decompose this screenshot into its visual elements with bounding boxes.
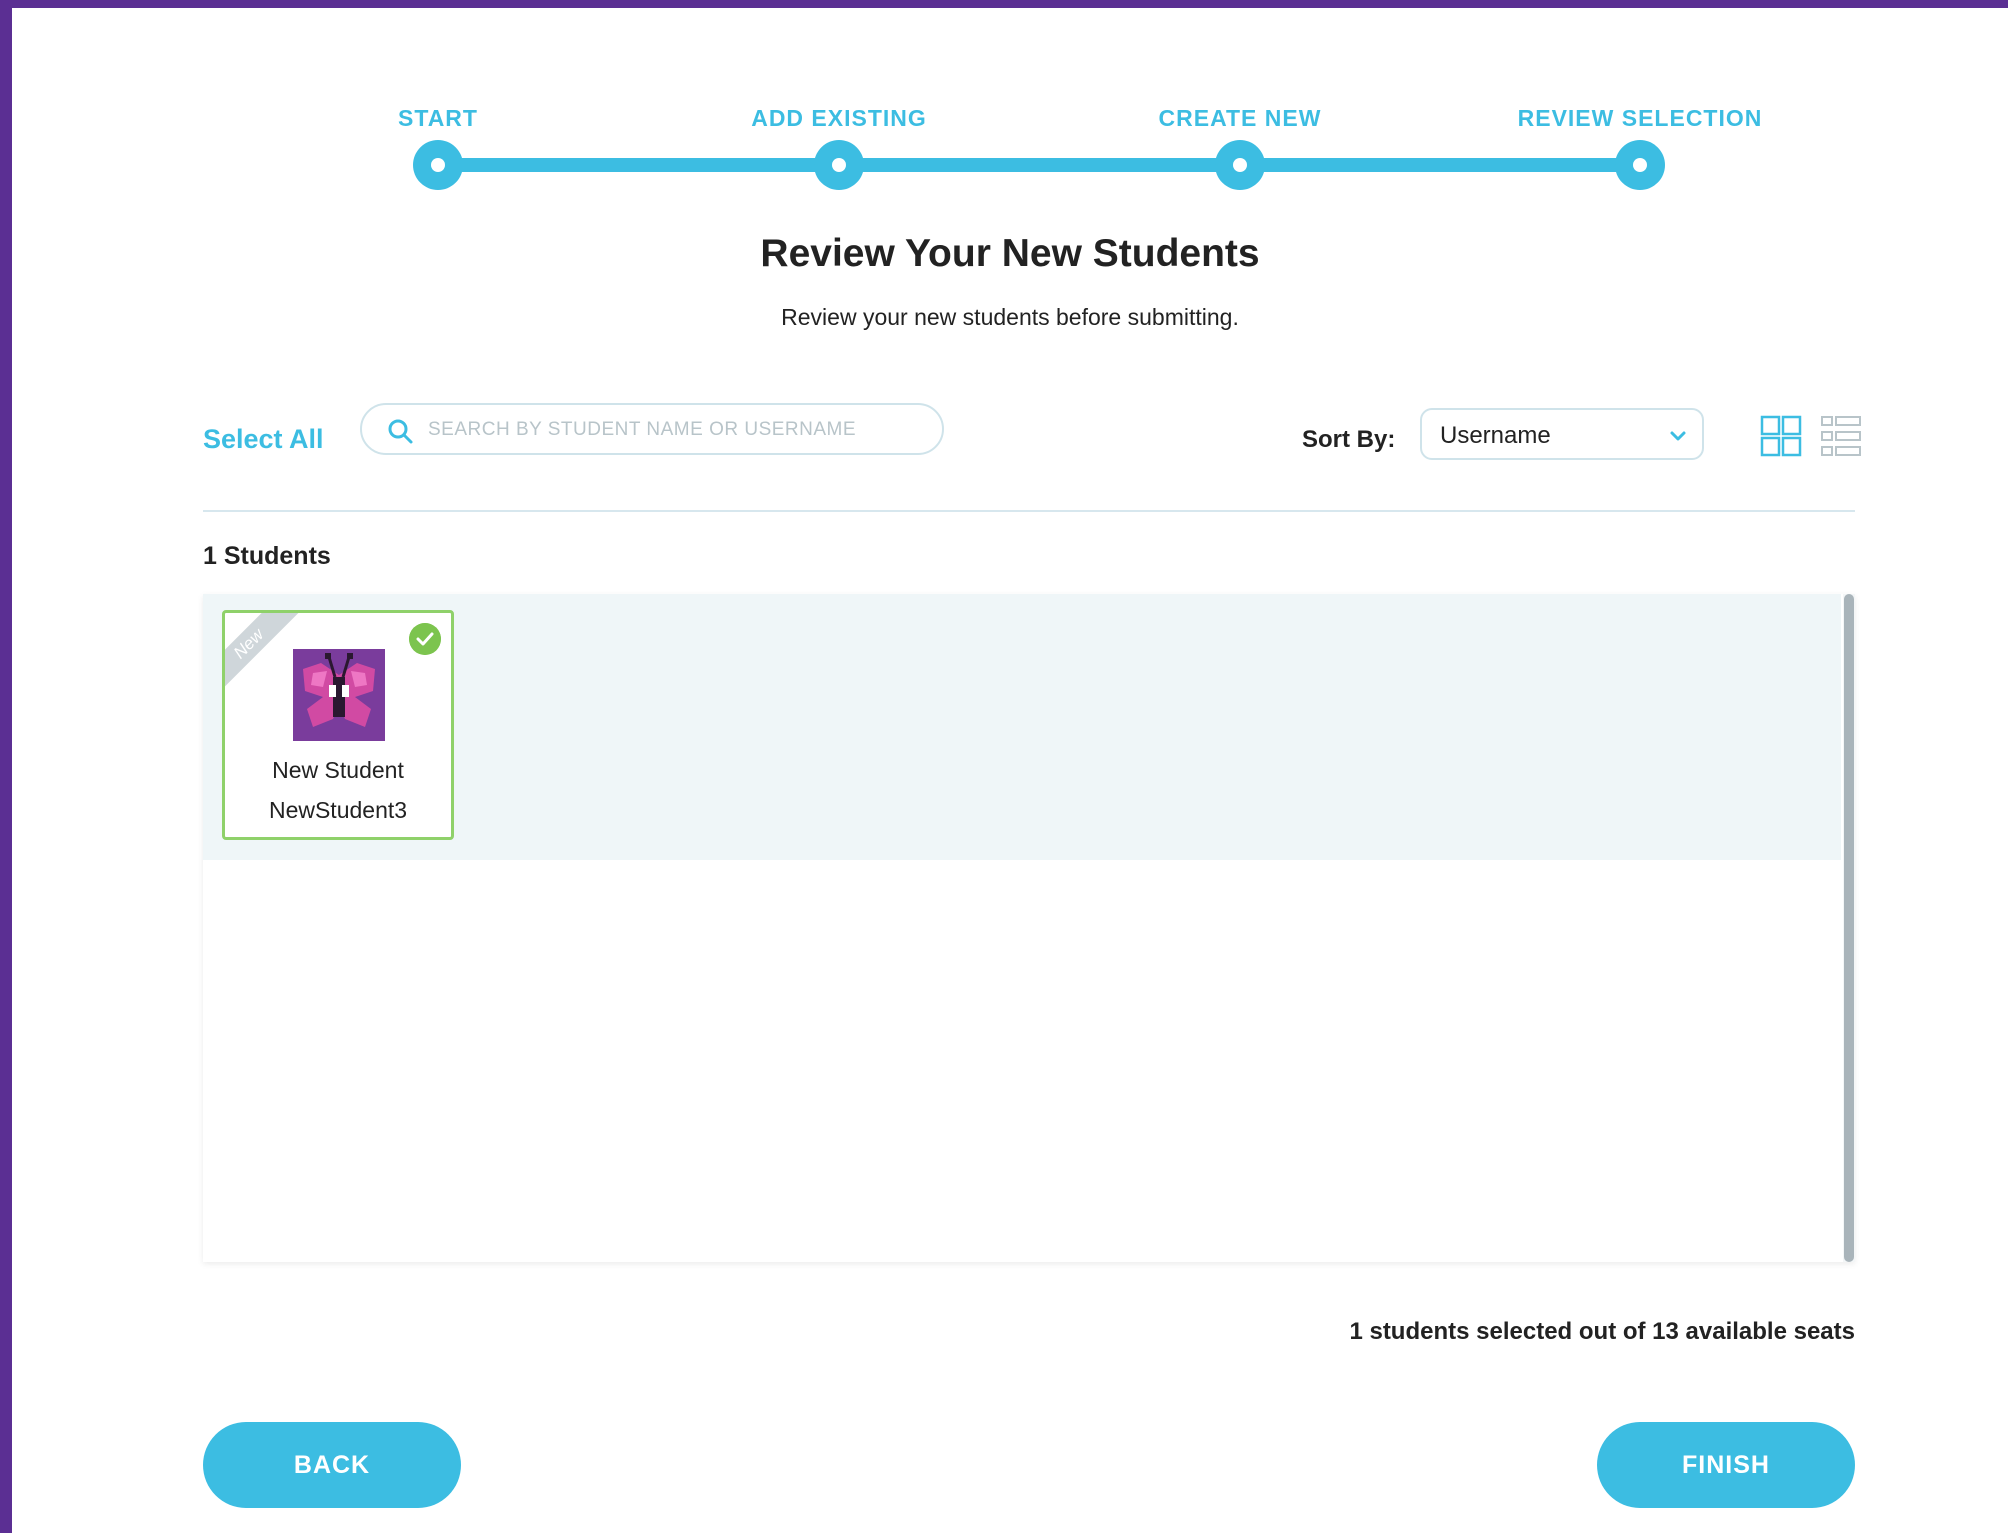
page-title: Review Your New Students xyxy=(760,232,1260,275)
step-label: CREATE NEW xyxy=(1158,105,1322,131)
step-dot xyxy=(413,140,463,190)
student-card[interactable]: New New Student NewStudent3 xyxy=(222,610,454,840)
stepper-line xyxy=(438,158,1642,172)
toolbar-divider xyxy=(203,510,1855,512)
search-icon xyxy=(388,419,413,444)
student-list-row: New New Student NewStudent3 xyxy=(203,594,1841,860)
select-all-link[interactable]: Select All xyxy=(203,424,324,455)
step-dot xyxy=(1215,140,1265,190)
seats-summary: 1 students selected out of 13 available … xyxy=(1349,1318,1855,1345)
back-button[interactable]: BACK xyxy=(203,1422,461,1508)
sort-select[interactable]: Username xyxy=(1420,408,1704,460)
student-username: NewStudent3 xyxy=(268,797,408,823)
step-review-selection[interactable]: REVIEW SELECTION xyxy=(1510,98,1770,190)
search-input[interactable] xyxy=(428,411,928,449)
step-label: START xyxy=(398,105,478,131)
sort-selected-value: Username xyxy=(1440,422,1551,449)
sort-label: Sort By: xyxy=(1302,426,1396,453)
progress-stepper: START ADD EXISTING CREATE NEW REVIEW SEL… xyxy=(12,8,2008,208)
checkmark-icon xyxy=(409,623,441,655)
step-label: REVIEW SELECTION xyxy=(1517,105,1763,131)
review-panel: START ADD EXISTING CREATE NEW REVIEW SEL… xyxy=(12,8,2008,1533)
step-dot xyxy=(814,140,864,190)
step-add-existing[interactable]: ADD EXISTING xyxy=(709,98,969,190)
student-list: New New Student NewStudent3 xyxy=(203,594,1855,1262)
step-dot xyxy=(1615,140,1665,190)
grid-view-icon[interactable] xyxy=(1760,415,1802,457)
page-subtitle: Review your new students before submitti… xyxy=(781,304,1239,330)
list-scrollbar[interactable] xyxy=(1843,594,1855,1262)
step-create-new[interactable]: CREATE NEW xyxy=(1110,98,1370,190)
chevron-down-icon xyxy=(1670,431,1686,441)
step-start[interactable]: START xyxy=(308,98,568,190)
new-ribbon: New xyxy=(225,613,301,696)
student-name: New Student xyxy=(272,757,404,783)
butterfly-avatar-icon xyxy=(293,649,385,741)
list-view-icon[interactable] xyxy=(1820,415,1862,457)
step-label: ADD EXISTING xyxy=(751,105,927,131)
finish-button[interactable]: FINISH xyxy=(1597,1422,1855,1508)
search-box xyxy=(360,403,944,455)
scrollbar-thumb[interactable] xyxy=(1844,594,1854,1262)
student-count: 1 Students xyxy=(203,542,331,570)
